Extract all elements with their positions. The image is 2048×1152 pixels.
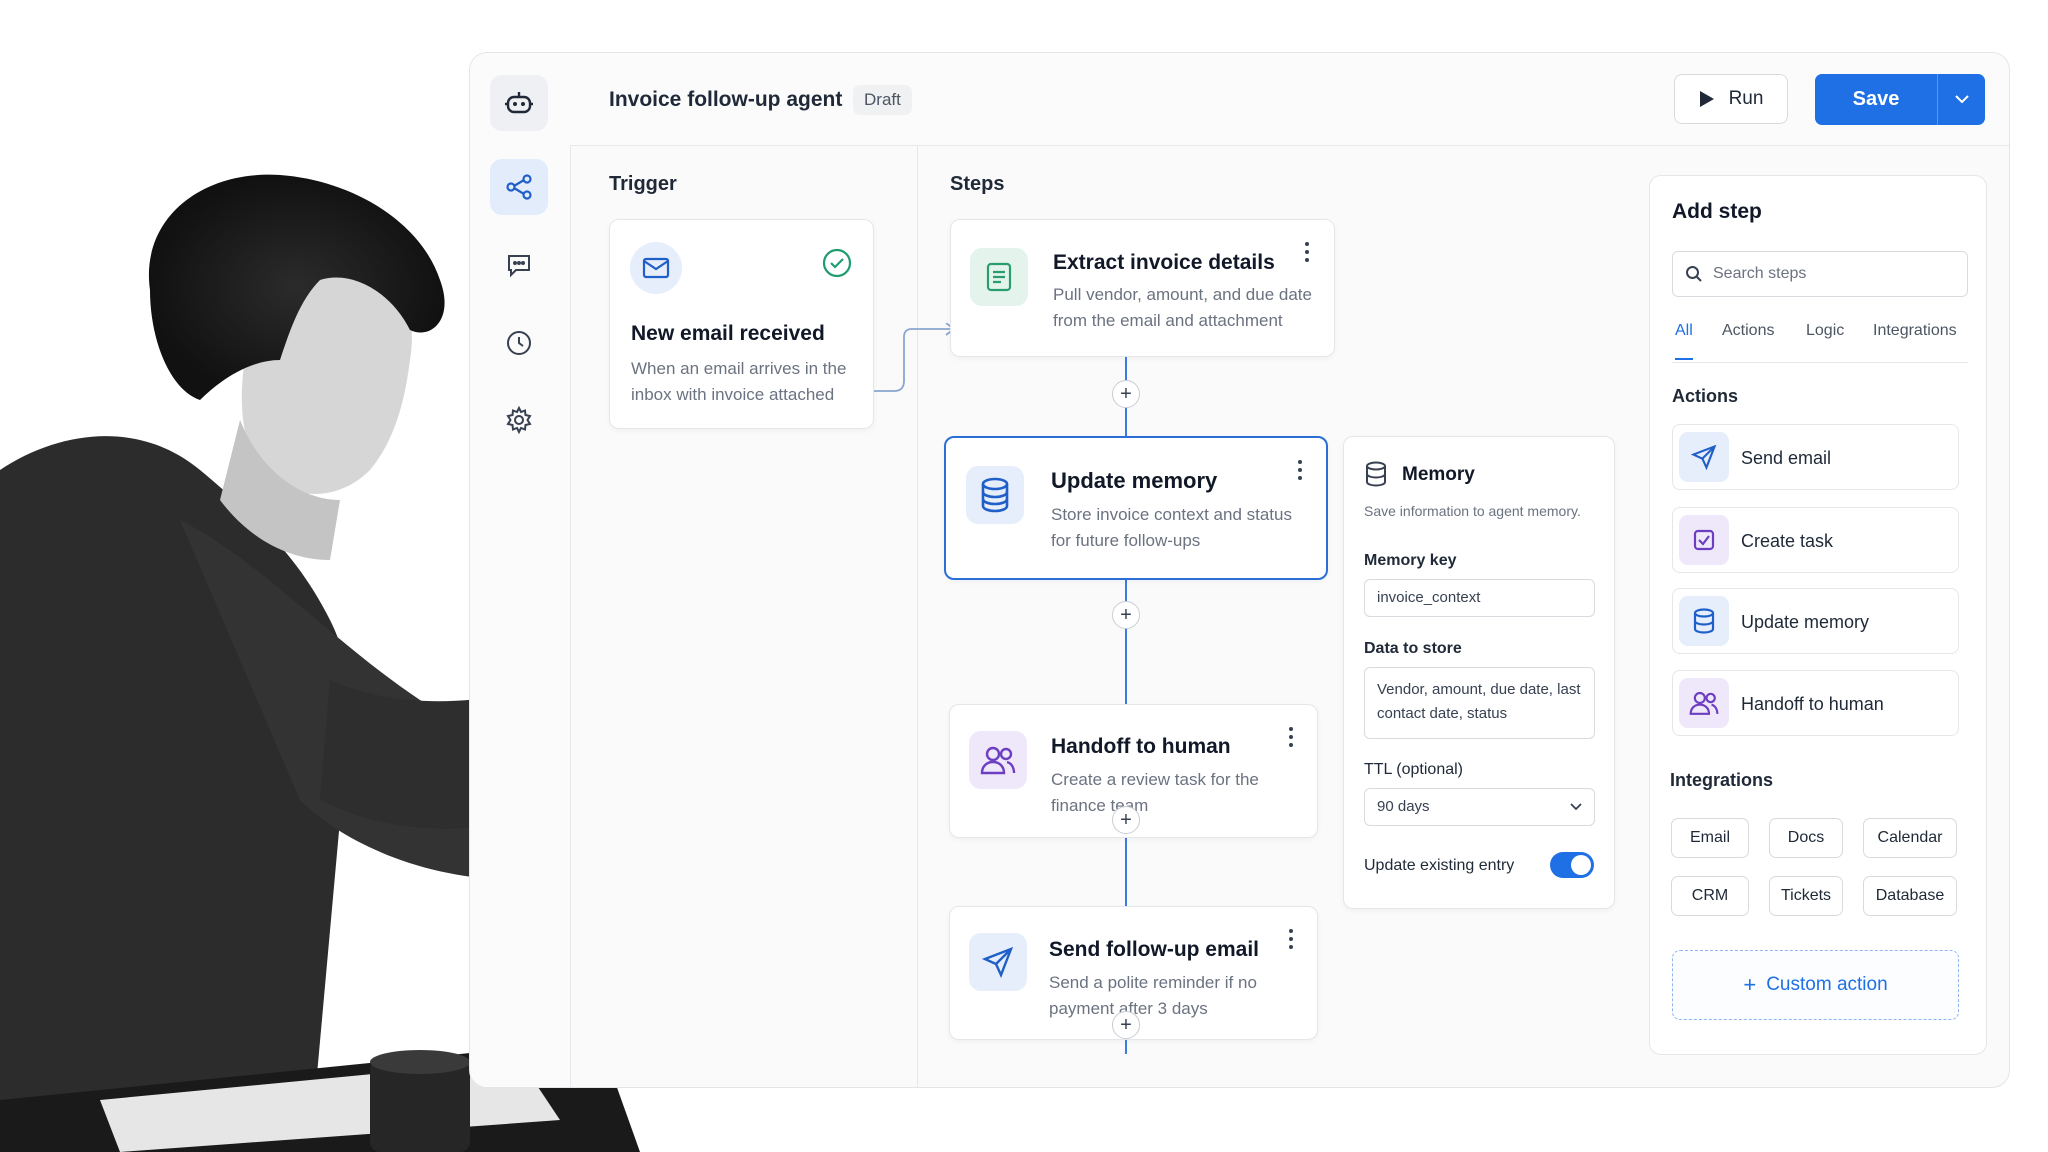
- more-options-icon[interactable]: [1303, 242, 1311, 266]
- step-card-extract[interactable]: Extract invoice details Pull vendor, amo…: [950, 219, 1335, 357]
- memory-config-panel: Memory Save information to agent memory.…: [1343, 436, 1615, 909]
- save-options-chevron-icon[interactable]: [1938, 74, 1985, 125]
- step-description: Send a polite reminder if no payment aft…: [1049, 973, 1257, 1018]
- data-to-store-textarea[interactable]: Vendor, amount, due date, last contact d…: [1364, 667, 1595, 739]
- status-badge: Draft: [853, 85, 912, 115]
- ttl-select[interactable]: 90 days: [1364, 788, 1595, 826]
- top-bar: Invoice follow-up agent Draft Run Save: [570, 53, 2009, 146]
- integration-tickets[interactable]: Tickets: [1769, 876, 1843, 916]
- tab-all[interactable]: All: [1675, 322, 1693, 360]
- chat-icon[interactable]: [490, 237, 548, 293]
- step-description: Store invoice context and status for fut…: [1051, 505, 1292, 550]
- page-title: Invoice follow-up agent: [609, 88, 843, 111]
- checkbox-icon: [1679, 515, 1729, 565]
- step-title: Handoff to human: [1051, 735, 1231, 758]
- data-to-store-label: Data to store: [1364, 640, 1462, 657]
- custom-action-button[interactable]: + Custom action: [1672, 950, 1959, 1020]
- search-icon: [1686, 266, 1702, 282]
- database-icon: [1679, 596, 1729, 646]
- step-title: Extract invoice details: [1053, 251, 1275, 274]
- users-icon: [969, 731, 1027, 789]
- trigger-heading: Trigger: [609, 173, 677, 195]
- action-label: Send email: [1741, 448, 1832, 468]
- search-steps-input[interactable]: Search steps: [1672, 251, 1968, 297]
- run-button[interactable]: Run: [1674, 74, 1788, 124]
- memory-key-input[interactable]: invoice_context: [1364, 579, 1595, 617]
- robot-logo-icon[interactable]: [490, 75, 548, 131]
- add-step-panel: Add step Search steps All Actions Logic …: [1649, 175, 1987, 1055]
- add-step-title: Add step: [1672, 200, 1762, 223]
- add-step-plus-button[interactable]: +: [1112, 806, 1140, 834]
- trigger-description: When an email arrives in the inbox with …: [631, 359, 847, 404]
- action-create-task[interactable]: Create task: [1672, 507, 1959, 573]
- more-options-icon[interactable]: [1287, 929, 1295, 953]
- settings-gear-icon[interactable]: [490, 392, 548, 448]
- update-existing-label: Update existing entry: [1364, 857, 1515, 874]
- workflow-icon[interactable]: [490, 159, 548, 215]
- document-icon: [970, 248, 1028, 306]
- chevron-down-icon: [1570, 803, 1582, 811]
- memory-panel-subtitle: Save information to agent memory.: [1364, 503, 1581, 519]
- integration-docs[interactable]: Docs: [1769, 818, 1843, 858]
- ttl-select-value: 90 days: [1377, 798, 1430, 815]
- integration-crm[interactable]: CRM: [1671, 876, 1749, 916]
- step-tabs: All Actions Logic Integrations: [1672, 322, 1968, 363]
- add-step-plus-button[interactable]: +: [1112, 1011, 1140, 1039]
- play-icon: [1699, 91, 1714, 107]
- more-options-icon[interactable]: [1287, 727, 1295, 751]
- tab-integrations[interactable]: Integrations: [1873, 322, 1957, 340]
- trigger-title: New email received: [631, 322, 825, 345]
- ttl-label: TTL (optional): [1364, 761, 1463, 778]
- step-card-update-memory[interactable]: Update memory Store invoice context and …: [944, 436, 1328, 580]
- memory-key-label: Memory key: [1364, 552, 1457, 569]
- mail-icon: [630, 242, 682, 294]
- left-rail: [470, 53, 571, 1087]
- update-existing-toggle[interactable]: [1550, 852, 1594, 878]
- step-title: Update memory: [1051, 468, 1218, 493]
- check-circle-icon: [822, 248, 852, 283]
- plus-icon: +: [1743, 972, 1757, 997]
- history-clock-icon[interactable]: [490, 315, 548, 371]
- custom-action-label: Custom action: [1766, 974, 1888, 995]
- action-update-memory[interactable]: Update memory: [1672, 588, 1959, 654]
- action-label: Update memory: [1741, 612, 1870, 632]
- add-step-plus-button[interactable]: +: [1112, 601, 1140, 629]
- search-placeholder: Search steps: [1713, 265, 1807, 282]
- database-icon: [1364, 461, 1388, 492]
- send-icon: [969, 933, 1027, 991]
- more-options-icon[interactable]: [1296, 460, 1304, 484]
- save-button[interactable]: Save: [1815, 74, 1938, 125]
- action-handoff-to-human[interactable]: Handoff to human: [1672, 670, 1959, 736]
- action-send-email[interactable]: Send email: [1672, 424, 1959, 490]
- tab-logic[interactable]: Logic: [1806, 322, 1844, 340]
- integration-database[interactable]: Database: [1863, 876, 1957, 916]
- action-label: Handoff to human: [1741, 694, 1884, 714]
- tab-actions[interactable]: Actions: [1722, 322, 1774, 340]
- save-button-group: Save: [1815, 74, 1985, 125]
- memory-panel-title: Memory: [1402, 464, 1475, 485]
- add-step-plus-button[interactable]: +: [1112, 380, 1140, 408]
- database-icon: [966, 466, 1024, 524]
- trigger-card[interactable]: New email received When an email arrives…: [609, 219, 874, 429]
- integration-email[interactable]: Email: [1671, 818, 1749, 858]
- step-title: Send follow-up email: [1049, 938, 1260, 961]
- actions-heading: Actions: [1672, 386, 1739, 406]
- integration-calendar[interactable]: Calendar: [1863, 818, 1957, 858]
- action-label: Create task: [1741, 531, 1834, 551]
- run-label: Run: [1728, 88, 1764, 109]
- integrations-heading: Integrations: [1670, 770, 1774, 790]
- send-icon: [1679, 432, 1729, 482]
- users-icon: [1679, 678, 1729, 728]
- agent-builder-window: Invoice follow-up agent Draft Run Save T…: [469, 52, 2010, 1088]
- step-description: Create a review task for the finance tea…: [1051, 770, 1259, 815]
- step-description: Pull vendor, amount, and due date from t…: [1053, 285, 1312, 330]
- steps-heading: Steps: [950, 173, 1005, 195]
